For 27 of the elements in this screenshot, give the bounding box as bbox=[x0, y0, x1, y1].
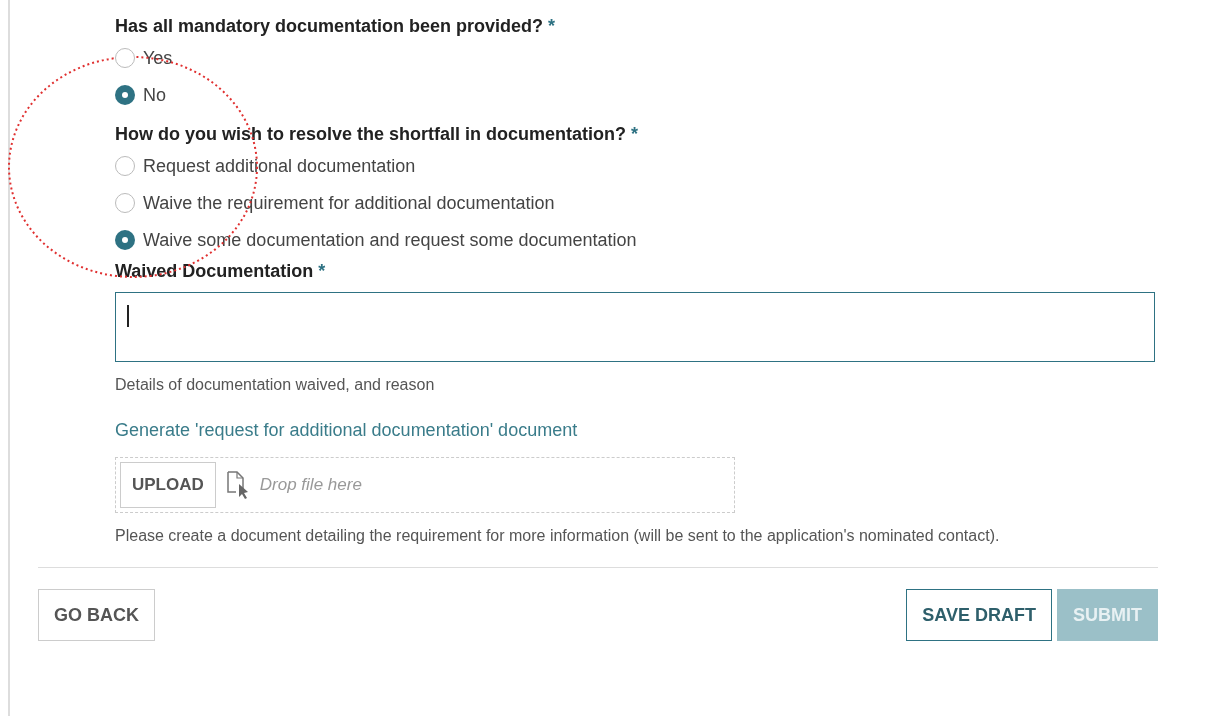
radio-button[interactable] bbox=[115, 48, 135, 68]
file-drop-zone[interactable]: UPLOAD Drop file here bbox=[115, 457, 735, 513]
required-mark: * bbox=[318, 261, 326, 282]
drop-hint: Drop file here bbox=[259, 475, 362, 495]
text-area-field[interactable] bbox=[115, 292, 1155, 362]
text-cursor bbox=[127, 305, 129, 327]
question-label: Has all mandatory documentation been provided? bbox=[115, 16, 544, 37]
upload-button[interactable]: UPLOAD bbox=[120, 462, 216, 508]
option-label[interactable]: Request additional documentation bbox=[143, 155, 416, 177]
required-mark: * bbox=[548, 16, 556, 37]
option-label[interactable]: Yes bbox=[143, 47, 173, 69]
radio-button[interactable] bbox=[115, 85, 135, 105]
option-label[interactable]: Waive some documentation and request some documentation bbox=[143, 229, 637, 251]
field-label: Waived Documentation bbox=[115, 261, 314, 282]
go-back-button[interactable]: GO BACK bbox=[38, 589, 155, 641]
radio-button[interactable] bbox=[115, 230, 135, 250]
field-hint: Details of documentation waived, and reason bbox=[115, 376, 436, 394]
generate-document-link[interactable]: Generate 'request for additional documentation' document bbox=[115, 420, 578, 441]
file-drop-icon bbox=[225, 471, 250, 499]
option-label[interactable]: No bbox=[143, 84, 166, 106]
required-mark: * bbox=[631, 124, 639, 145]
radio-button[interactable] bbox=[115, 193, 135, 213]
question-label: How do you wish to resolve the shortfall in documentation? bbox=[115, 124, 627, 145]
upload-note: Please create a document detailing the requirement for more information (will be sent to the application's nominated contact). bbox=[115, 527, 1001, 545]
option-label[interactable]: Waive the requirement for additional documentation bbox=[143, 192, 555, 214]
radio-button[interactable] bbox=[115, 156, 135, 176]
save-draft-button[interactable]: SAVE DRAFT bbox=[906, 589, 1052, 641]
